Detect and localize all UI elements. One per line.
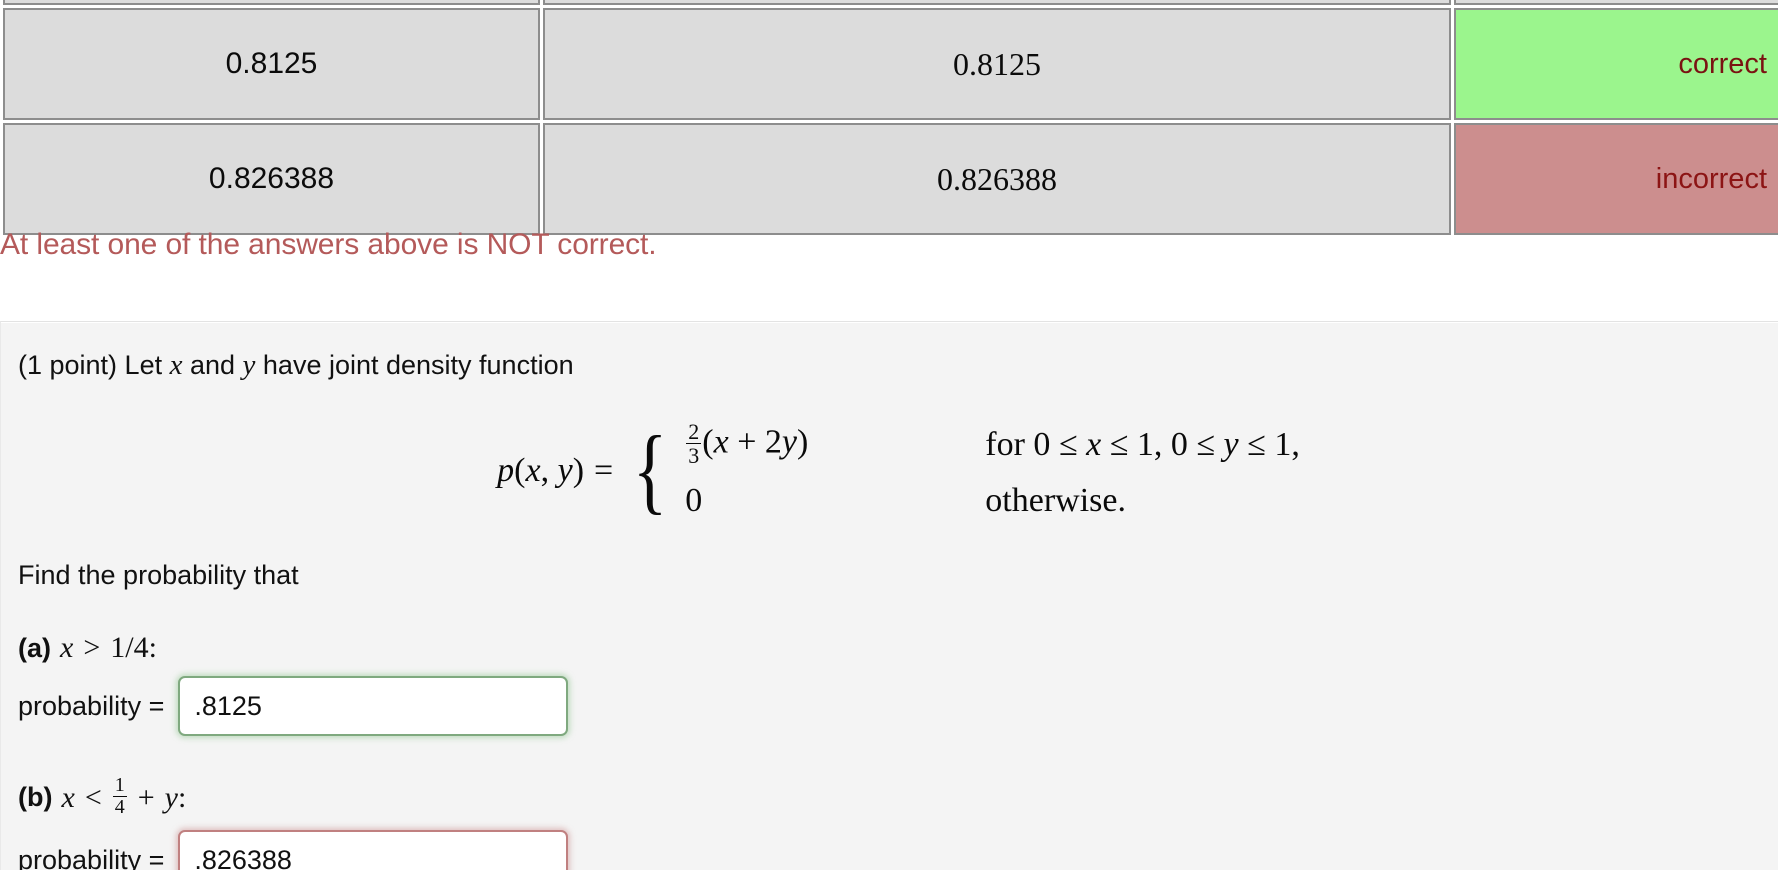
fraction-two-thirds: 23 xyxy=(686,419,702,469)
cell-entered-answer: 0.8125 xyxy=(3,8,540,120)
less-equal-icon: ≤ xyxy=(1109,425,1129,463)
case-2-expression: 0 xyxy=(685,482,703,520)
case-1-plus-two: + 2 xyxy=(728,423,782,461)
case-1-open-paren: ( xyxy=(702,423,714,461)
cell-entered-answer: 0.826388 xyxy=(3,123,540,235)
status-badge-correct: correct xyxy=(1454,8,1778,120)
formula-lhs-p: p xyxy=(497,451,515,489)
case-1-var-y: y xyxy=(781,423,797,461)
problem-intro-var-x: x xyxy=(169,349,183,381)
find-probability-line: Find the probability that xyxy=(18,560,299,591)
case-1-var-x: x xyxy=(713,423,729,461)
status-badge-incorrect: incorrect xyxy=(1454,123,1778,235)
part-a-condition: x >1/4: xyxy=(60,631,157,665)
case-1-close-paren: ) xyxy=(796,423,809,461)
problem-statement: (1 point) Let x and y have joint density… xyxy=(18,346,1778,385)
problem-intro-suffix: have joint density function xyxy=(255,350,574,380)
less-equal-icon: ≤ xyxy=(1058,425,1078,463)
greater-than-icon: > xyxy=(83,631,101,665)
problem-intro-mid: and xyxy=(182,350,243,380)
formula-lhs: p(x, y) xyxy=(497,452,584,490)
cell-correct-answer: 0.8125 xyxy=(543,8,1451,120)
fraction-denominator: 3 xyxy=(686,443,702,469)
formula-lhs-comma: , xyxy=(540,451,558,489)
problem-intro-prefix: (1 point) Let xyxy=(18,350,170,380)
formula-lhs-y: y xyxy=(557,451,573,489)
less-equal-icon: ≤ xyxy=(1247,425,1266,463)
density-formula-wrapper: p(x, y) = { 2 3 (x + 2y) for 0 ≤ x ≤ 1, 0 … xyxy=(18,416,1778,524)
part-a-rhs: 1/4 xyxy=(110,631,149,665)
fraction-numerator: 2 xyxy=(688,419,700,445)
part-b-label: (b) xyxy=(18,782,53,813)
part-a-label: (a) xyxy=(18,632,51,663)
part-b-answer-label: probability = xyxy=(18,844,165,870)
fraction-denominator: 4 xyxy=(112,796,127,819)
fraction-one-fourth: 14 xyxy=(112,774,127,819)
table-row: 0.826388 0.826388 incorrect xyxy=(3,123,1778,235)
part-b-condition: x <1 4 + y: xyxy=(61,774,187,819)
case-1-cond-end: 1, xyxy=(1265,425,1300,463)
less-equal-icon: ≤ xyxy=(1196,425,1216,463)
part-b-var: x xyxy=(61,780,75,814)
cell-status-partial xyxy=(1454,0,1778,5)
webwork-problem-page: 0.8125 0.8125 correct 0.826388 0.826388 … xyxy=(0,0,1778,870)
part-a-var: x xyxy=(60,631,74,665)
left-brace-icon: { xyxy=(632,416,668,524)
part-b-prompt: (b) x <1 4 + y: xyxy=(18,774,1778,819)
part-a-answer-label: probability = xyxy=(18,690,165,721)
formula-lhs-x: x xyxy=(525,451,541,489)
answer-results-table: 0.8125 0.8125 correct 0.826388 0.826388 … xyxy=(0,0,1778,238)
problem-intro-var-y: y xyxy=(242,349,256,381)
warning-message: At least one of the answers above is NOT… xyxy=(0,228,657,261)
cell-entered-partial xyxy=(3,0,540,5)
problem-part-b: (b) x <1 4 + y: probability = xyxy=(18,774,1778,870)
less-than-icon: < xyxy=(84,780,102,814)
part-b-probability-input[interactable] xyxy=(178,830,569,870)
plus-icon: + xyxy=(137,780,155,814)
problem-panel: (1 point) Let x and y have joint density… xyxy=(0,321,1778,870)
part-a-answer-row: probability = xyxy=(18,676,1778,737)
part-b-answer-row: probability = xyxy=(18,830,1778,870)
formula-lhs-close-paren: ) xyxy=(572,451,585,489)
formula-cases: 2 3 (x + 2y) for 0 ≤ x ≤ 1, 0 ≤ y ≤ 1, 0 o… xyxy=(685,419,1300,520)
part-a-prompt: (a) x >1/4: xyxy=(18,631,1778,665)
cell-answer-partial xyxy=(543,0,1451,5)
part-a-probability-input[interactable] xyxy=(178,676,569,737)
part-a-colon: : xyxy=(148,631,157,665)
density-formula: p(x, y) = { 2 3 (x + 2y) for 0 ≤ x ≤ 1, 0 … xyxy=(497,416,1300,524)
fraction-numerator: 1 xyxy=(114,774,125,797)
case-1-cond-y: y xyxy=(1215,425,1248,463)
case-1-cond-for: for 0 xyxy=(985,425,1059,463)
part-b-var2: y xyxy=(164,780,178,814)
case-1-cond-x: x xyxy=(1077,425,1110,463)
case-1-expression: 2 3 (x + 2y) xyxy=(685,419,985,469)
formula-lhs-open-paren: ( xyxy=(514,451,526,489)
cell-correct-answer: 0.826388 xyxy=(543,123,1451,235)
case-1-cond-mid: 1, 0 xyxy=(1128,425,1197,463)
table-row: 0.8125 0.8125 correct xyxy=(3,8,1778,120)
case-2-condition: otherwise. xyxy=(985,482,1126,520)
table-row-partial xyxy=(3,0,1778,5)
case-1-condition: for 0 ≤ x ≤ 1, 0 ≤ y ≤ 1, xyxy=(985,426,1300,464)
problem-part-a: (a) x >1/4: probability = xyxy=(18,631,1778,737)
formula-equals-sign: = xyxy=(594,451,614,489)
part-b-colon: : xyxy=(177,780,187,814)
